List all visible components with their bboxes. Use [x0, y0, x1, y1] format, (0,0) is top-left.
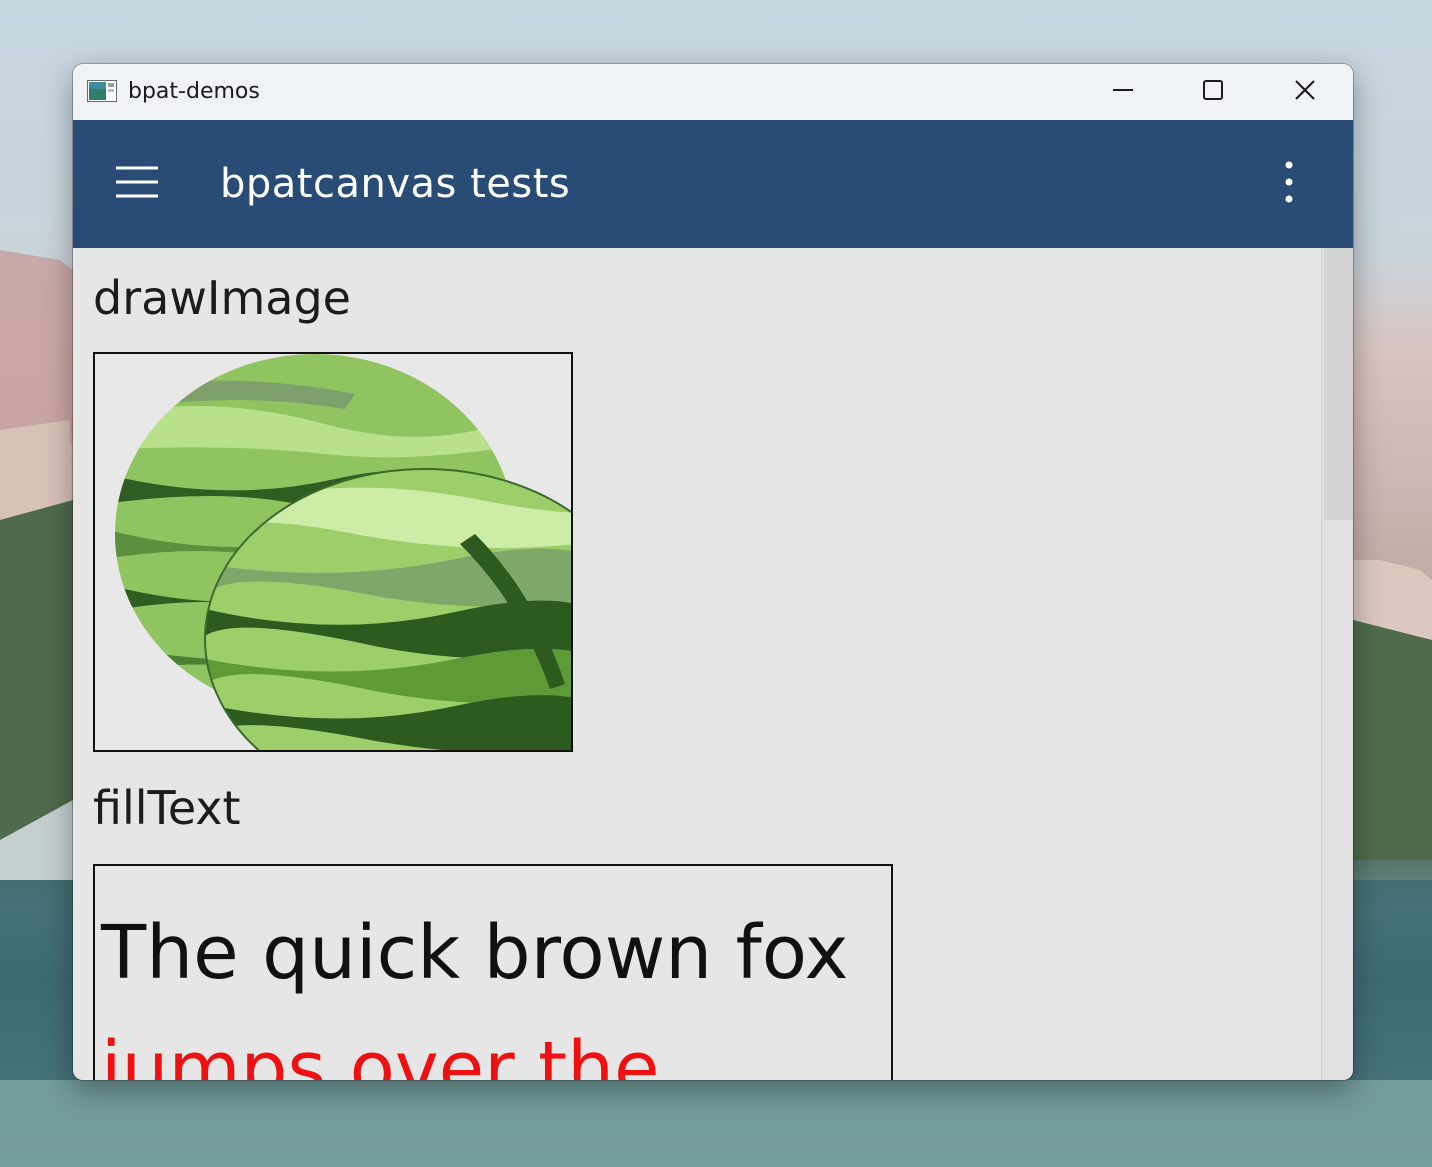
scrollbar-thumb[interactable]	[1324, 248, 1353, 520]
app-bar-title: bpatcanvas tests	[220, 161, 571, 207]
close-button[interactable]	[1259, 64, 1351, 120]
canvas-text-line: jumps over the	[101, 1026, 660, 1080]
title-bar[interactable]: bpat-demos	[73, 64, 1353, 120]
app-bar: bpatcanvas tests	[73, 120, 1353, 248]
drawimage-canvas	[93, 352, 573, 752]
window-title: bpat-demos	[128, 79, 260, 104]
maximize-icon	[1202, 79, 1224, 105]
hamburger-icon	[115, 165, 159, 203]
menu-button[interactable]	[109, 162, 165, 206]
vertical-scrollbar[interactable]	[1321, 248, 1353, 1080]
minimize-icon	[1112, 79, 1134, 105]
section-heading-filltext: fillText	[93, 781, 241, 835]
minimize-button[interactable]	[1077, 64, 1169, 120]
canvas-text-line: The quick brown fox	[101, 910, 849, 996]
more-vertical-icon	[1284, 160, 1294, 208]
filltext-canvas: The quick brown fox jumps over the	[93, 864, 893, 1080]
overflow-menu-button[interactable]	[1269, 156, 1309, 212]
section-heading-drawimage: drawImage	[93, 271, 351, 325]
content-area: drawImage fillText The quick brown fox j…	[73, 248, 1321, 1080]
close-icon	[1293, 78, 1317, 106]
app-window: bpat-demos bpatcanvas tests drawImage fi…	[73, 64, 1353, 1080]
watermelon-image	[115, 354, 571, 750]
app-icon	[87, 80, 117, 102]
maximize-button[interactable]	[1167, 64, 1259, 120]
